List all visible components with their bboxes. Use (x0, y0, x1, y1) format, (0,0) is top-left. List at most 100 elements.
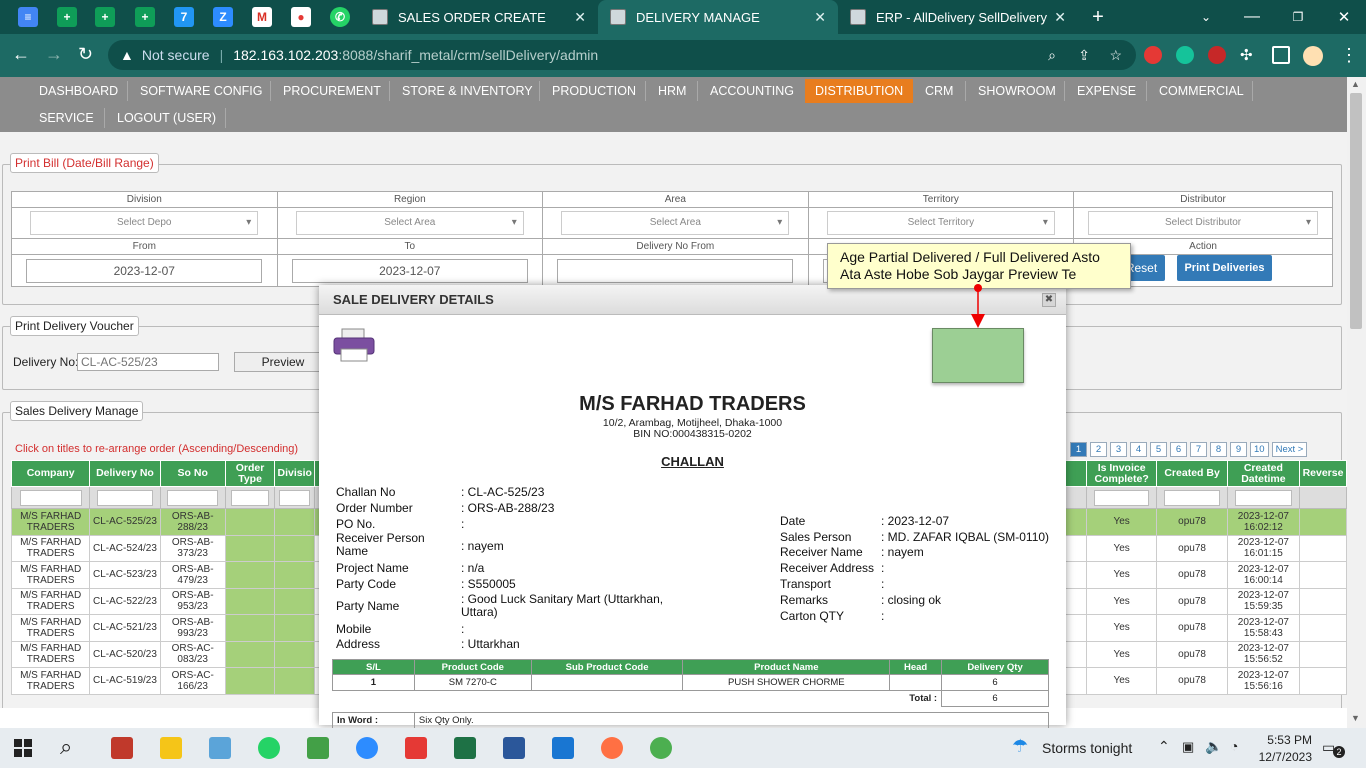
preview-button[interactable]: Preview (234, 352, 332, 372)
page-10[interactable]: 10 (1250, 442, 1269, 457)
close-icon[interactable]: ✕ (1054, 9, 1066, 26)
app-icon[interactable]: ● (291, 7, 311, 27)
kebab-menu-icon[interactable]: ⋮ (1340, 45, 1358, 66)
excel-icon[interactable] (454, 737, 476, 759)
extension-icon[interactable] (1144, 46, 1162, 64)
sheets-icon[interactable]: + (57, 7, 77, 27)
chevron-up-icon[interactable]: ⌃ (1158, 738, 1170, 755)
filter-division-select[interactable] (279, 489, 311, 506)
printer-icon[interactable] (332, 327, 376, 363)
forward-icon[interactable]: → (45, 44, 63, 65)
visio-icon[interactable] (503, 737, 525, 759)
page-9[interactable]: 9 (1230, 442, 1247, 457)
close-icon[interactable]: ✕ (574, 9, 586, 26)
th-created-by[interactable]: Created By (1156, 460, 1228, 487)
territory-select[interactable]: Select Territory (826, 211, 1055, 235)
print-deliveries-button[interactable]: Print Deliveries (1177, 255, 1272, 281)
menu-procurement[interactable]: PROCUREMENT (275, 79, 389, 103)
page-7[interactable]: 7 (1190, 442, 1207, 457)
tab-sales-order-create[interactable]: SALES ORDER CREATE ✕ (360, 0, 598, 34)
filter-datetime-input[interactable] (1234, 489, 1292, 506)
depo-select[interactable]: Select Depo (30, 211, 259, 235)
windows-start-icon[interactable] (14, 739, 32, 757)
menu-hrm[interactable]: HRM (650, 79, 694, 103)
wifi-icon[interactable]: ◔ (1230, 738, 1238, 754)
page-4[interactable]: 4 (1130, 442, 1147, 457)
clock-date[interactable]: 12/7/2023 (1250, 750, 1312, 764)
new-tab-icon[interactable]: + (1088, 6, 1108, 28)
filter-delivery-input[interactable] (97, 489, 153, 506)
menu-expense[interactable]: EXPENSE (1069, 79, 1144, 103)
chrome-icon[interactable] (650, 737, 672, 759)
th-division[interactable]: Divisio (274, 460, 316, 487)
menu-crm[interactable]: CRM (917, 79, 961, 103)
tab-delivery-manage[interactable]: DELIVERY MANAGE ✕ (598, 0, 838, 34)
gmail-icon[interactable]: M (252, 7, 272, 27)
th-reverse[interactable]: Reverse (1299, 460, 1347, 487)
restore-icon[interactable]: ❐ (1288, 7, 1308, 27)
cell-delivery-no[interactable]: CL-AC-523/23 (89, 561, 161, 589)
filter-created-by-input[interactable] (1164, 489, 1220, 506)
menu-store-inventory[interactable]: STORE & INVENTORY (394, 79, 541, 103)
menu-dashboard[interactable]: DASHBOARD (31, 79, 126, 103)
th-is-invoice[interactable]: Is Invoice Complete? (1085, 460, 1158, 487)
menu-commercial[interactable]: COMMERCIAL (1151, 79, 1252, 103)
app-icon[interactable] (209, 737, 231, 759)
share-icon[interactable]: ⇪ (1078, 47, 1090, 64)
filter-invoice-select[interactable] (1093, 489, 1150, 506)
page-2[interactable]: 2 (1090, 442, 1107, 457)
weather-icon[interactable]: ☂ (1012, 736, 1028, 757)
docs-icon[interactable]: ≡ (18, 7, 38, 27)
anydesk-icon[interactable] (405, 737, 427, 759)
distributor-select[interactable]: Select Distributor (1088, 211, 1319, 235)
from-date-input[interactable]: 2023-12-07 (26, 258, 263, 283)
delivery-no-from-input[interactable] (557, 258, 794, 283)
app-icon[interactable] (111, 737, 133, 759)
app-icon[interactable] (552, 737, 574, 759)
page-8[interactable]: 8 (1210, 442, 1227, 457)
whatsapp-icon[interactable] (258, 737, 280, 759)
puzzle-icon[interactable]: ✣ (1240, 46, 1258, 64)
th-delivery-no[interactable]: Delivery No (89, 460, 161, 487)
tab-erp-alldelivery[interactable]: ERP - AllDelivery SellDelivery ✕ (838, 0, 1078, 34)
menu-showroom[interactable]: SHOWROOM (970, 79, 1064, 103)
menu-logout[interactable]: LOGOUT (USER) (109, 106, 224, 130)
th-so-no[interactable]: So No (159, 460, 226, 487)
delivery-no-input[interactable] (77, 353, 219, 371)
search-icon[interactable]: ⌕ (60, 734, 72, 760)
sheets-icon[interactable]: + (135, 7, 155, 27)
th-created-datetime[interactable]: Created Datetime (1226, 460, 1301, 487)
cell-delivery-no[interactable]: CL-AC-524/23 (89, 534, 161, 562)
firefox-icon[interactable] (601, 737, 623, 759)
whatsapp-icon[interactable]: ✆ (330, 7, 350, 27)
filter-company-select[interactable] (19, 489, 82, 506)
sidepanel-icon[interactable] (1272, 46, 1290, 64)
speaker-icon[interactable]: 🔈 (1205, 738, 1222, 755)
cell-delivery-no[interactable]: CL-AC-521/23 (89, 614, 161, 642)
app-icon[interactable] (307, 737, 329, 759)
region-select[interactable]: Select Area (295, 211, 524, 235)
window-close-icon[interactable]: ✕ (1334, 7, 1354, 27)
cell-delivery-no[interactable]: CL-AC-522/23 (89, 587, 161, 615)
zoom-icon[interactable] (356, 737, 378, 759)
reload-icon[interactable]: ↻ (78, 44, 93, 65)
url-input[interactable]: ▲ Not secure | 182.163.102.203:8088/shar… (108, 40, 1136, 70)
zoom-lens-icon[interactable]: ⌕ (1048, 47, 1056, 64)
cell-delivery-no[interactable]: CL-AC-520/23 (89, 640, 161, 668)
chevron-down-icon[interactable]: ⌄ (1196, 7, 1216, 27)
back-icon[interactable]: ← (12, 44, 30, 65)
menu-distribution[interactable]: DISTRIBUTION (805, 79, 914, 103)
cell-delivery-no[interactable]: CL-AC-519/23 (89, 667, 161, 695)
grammarly-icon[interactable] (1176, 46, 1194, 64)
sheets-icon[interactable]: + (95, 7, 115, 27)
page-scrollbar[interactable]: ▲ ▼ (1347, 77, 1366, 728)
to-date-input[interactable]: 2023-12-07 (291, 258, 528, 283)
warning-icon[interactable]: ▲ (120, 47, 134, 63)
clock-time[interactable]: 5:53 PM (1262, 733, 1312, 747)
device-icon[interactable]: ▣ (1182, 739, 1194, 755)
extension-icon[interactable] (1208, 46, 1226, 64)
th-order-type[interactable]: Order Type (224, 460, 276, 487)
menu-accounting[interactable]: ACCOUNTING (702, 79, 802, 103)
page-1[interactable]: 1 (1070, 442, 1087, 457)
page-next[interactable]: Next > (1271, 442, 1308, 457)
